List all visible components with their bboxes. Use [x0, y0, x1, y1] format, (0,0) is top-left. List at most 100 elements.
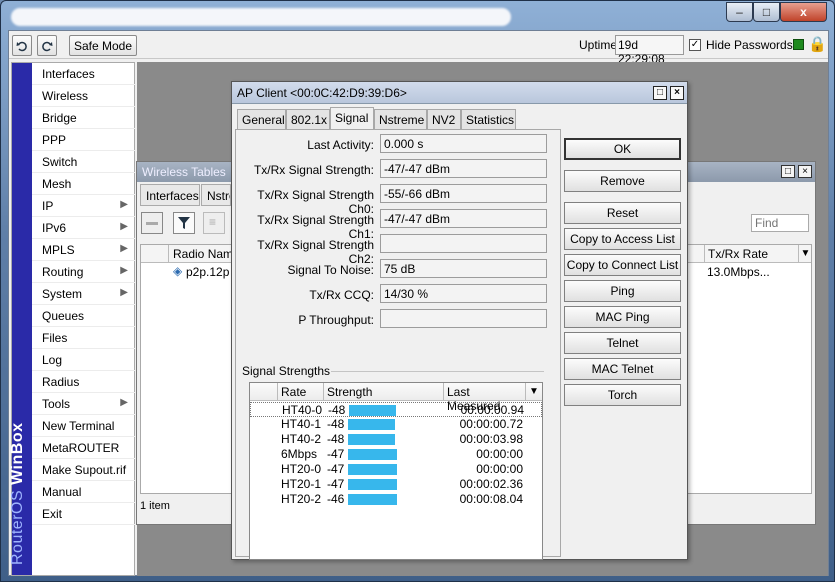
wt-tab-nstreme[interactable]: Nstre [201, 184, 231, 206]
safe-mode-button[interactable]: Safe Mode [69, 35, 137, 56]
dialog-title[interactable]: AP Client <00:0C:42:D9:39:D6> [232, 82, 687, 104]
tab-nv2[interactable]: NV2 [427, 109, 461, 129]
strength-bar [349, 405, 396, 416]
col-radio-name[interactable]: Radio Name [173, 247, 240, 261]
sort-button[interactable]: ≡ [203, 212, 225, 234]
field-value: -55/-66 dBm [380, 184, 547, 203]
sidebar-item-label: MetaROUTER [42, 441, 120, 455]
sidebar-item-label: Routing [42, 265, 84, 279]
field-label: Tx/Rx Signal Strength: [253, 163, 374, 177]
field-value: 0.000 s [380, 134, 547, 153]
strength-bar [348, 494, 397, 505]
col-rate[interactable]: Rate [278, 383, 324, 401]
ok-button[interactable]: OK [564, 138, 681, 160]
sidebar-item-wireless[interactable]: Wireless [32, 85, 135, 107]
sidebar-item-label: PPP [42, 133, 67, 147]
remove-button[interactable]: Remove [564, 170, 681, 192]
table-row[interactable]: HT40-2 -48 00:00:03.98 [250, 432, 542, 447]
table-row[interactable]: HT20-1 -47 00:00:02.36 [250, 477, 542, 492]
submenu-arrow-icon: ▶ [120, 221, 128, 232]
row-last-measured: 00:00:03.98 [459, 432, 523, 446]
mac-telnet-button[interactable]: MAC Telnet [564, 358, 681, 380]
sidebar-item-label: Tools [42, 397, 71, 411]
table-row[interactable]: HT40-0 -48 00:00:00.94 [250, 402, 542, 417]
remove-button[interactable] [141, 212, 163, 234]
sidebar-item-queues[interactable]: Queues [32, 305, 135, 327]
copy-to-access-list-button[interactable]: Copy to Access List [564, 228, 681, 250]
field-label: Signal To Noise: [287, 263, 375, 277]
minimize-button[interactable]: – [726, 2, 753, 22]
row-rate: HT20-2 [281, 492, 322, 506]
dialog-close-button[interactable]: × [670, 86, 684, 100]
ss-column-menu-icon[interactable]: ▼ [526, 383, 542, 401]
wt-maximize-button[interactable]: □ [781, 165, 795, 178]
field-value: -47/-47 dBm [380, 209, 547, 228]
lock-icon: 🔒 [808, 36, 827, 53]
sidebar-item-mesh[interactable]: Mesh [32, 173, 135, 195]
sidebar-item-make-supout-rif[interactable]: Make Supout.rif [32, 459, 135, 481]
torch-button[interactable]: Torch [564, 384, 681, 406]
wt-close-button[interactable]: × [798, 165, 812, 178]
wt-tab-interfaces[interactable]: Interfaces [140, 184, 200, 206]
sidebar-item-ppp[interactable]: PPP [32, 129, 135, 151]
sidebar-item-label: Manual [42, 485, 82, 499]
tab-nstreme[interactable]: Nstreme [374, 109, 427, 129]
sidebar-item-tools[interactable]: Tools ▶ [32, 393, 135, 415]
sidebar-item-switch[interactable]: Switch [32, 151, 135, 173]
sidebar-item-log[interactable]: Log [32, 349, 135, 371]
tab-signal[interactable]: Signal [330, 107, 374, 130]
status-bar: 1 item [140, 500, 170, 512]
tab-8021x[interactable]: 802.1x [286, 109, 330, 129]
table-row[interactable]: HT20-2 -46 00:00:08.04 [250, 492, 542, 507]
tab-statistics[interactable]: Statistics [461, 109, 516, 129]
find-input[interactable] [751, 214, 809, 232]
sidebar: RouterOS WinBox Interfaces Wireless Bridge… [9, 62, 135, 576]
sidebar-item-radius[interactable]: Radius [32, 371, 135, 393]
tab-general[interactable]: General [237, 109, 286, 129]
reset-button[interactable]: Reset [564, 202, 681, 224]
hide-passwords-checkbox[interactable]: ✓ [689, 39, 701, 51]
dialog-maximize-button[interactable]: □ [653, 86, 667, 100]
winbox-client: Safe Mode Uptime: 19d 22:29:08 ✓ Hide Pa… [8, 30, 829, 576]
ping-button[interactable]: Ping [564, 280, 681, 302]
column-menu-icon[interactable]: ▼ [798, 245, 812, 263]
hide-passwords-label: Hide Passwords [706, 38, 793, 52]
field-label: Tx/Rx Signal Strength Ch0: [257, 188, 374, 216]
sidebar-item-mpls[interactable]: MPLS ▶ [32, 239, 135, 261]
copy-to-connect-list-button[interactable]: Copy to Connect List [564, 254, 681, 276]
sidebar-item-label: Log [42, 353, 63, 367]
row-strength: -47 [327, 477, 345, 491]
field-label: Tx/Rx CCQ: [309, 288, 374, 302]
col-last-measured[interactable]: Last Measured [444, 383, 526, 413]
mac-ping-button[interactable]: MAC Ping [564, 306, 681, 328]
status-indicator [793, 39, 804, 50]
maximize-button[interactable]: □ [753, 2, 780, 22]
field-label: P Throughput: [298, 313, 374, 327]
telnet-button[interactable]: Telnet [564, 332, 681, 354]
undo-button[interactable] [12, 35, 32, 56]
col-strength[interactable]: Strength [324, 383, 444, 401]
table-row[interactable]: 6Mbps -47 00:00:00 [250, 447, 542, 462]
sidebar-item-exit[interactable]: Exit [32, 503, 135, 525]
filter-button[interactable] [173, 212, 195, 234]
row-last-measured: 00:00:00.94 [460, 403, 524, 417]
sidebar-item-files[interactable]: Files [32, 327, 135, 349]
table-row[interactable]: HT20-0 -47 00:00:00 [250, 462, 542, 477]
sidebar-item-system[interactable]: System ▶ [32, 283, 135, 305]
redo-button[interactable] [37, 35, 57, 56]
sidebar-item-manual[interactable]: Manual [32, 481, 135, 503]
close-button[interactable]: x [780, 2, 827, 22]
col-txrx-rate[interactable]: Tx/Rx Rate [704, 245, 798, 263]
sidebar-item-routing[interactable]: Routing ▶ [32, 261, 135, 283]
row-strength: -47 [327, 447, 345, 461]
sidebar-item-ip[interactable]: IP ▶ [32, 195, 135, 217]
sidebar-item-ipv6[interactable]: IPv6 ▶ [32, 217, 135, 239]
sidebar-item-interfaces[interactable]: Interfaces [32, 63, 135, 85]
sidebar-item-label: Make Supout.rif [42, 463, 127, 477]
sidebar-item-label: System [42, 287, 83, 301]
table-row[interactable]: HT40-1 -48 00:00:00.72 [250, 417, 542, 432]
sidebar-item-bridge[interactable]: Bridge [32, 107, 135, 129]
sidebar-item-metarouter[interactable]: MetaROUTER [32, 437, 135, 459]
sidebar-item-new-terminal[interactable]: New Terminal [32, 415, 135, 437]
undo-icon [16, 41, 27, 51]
